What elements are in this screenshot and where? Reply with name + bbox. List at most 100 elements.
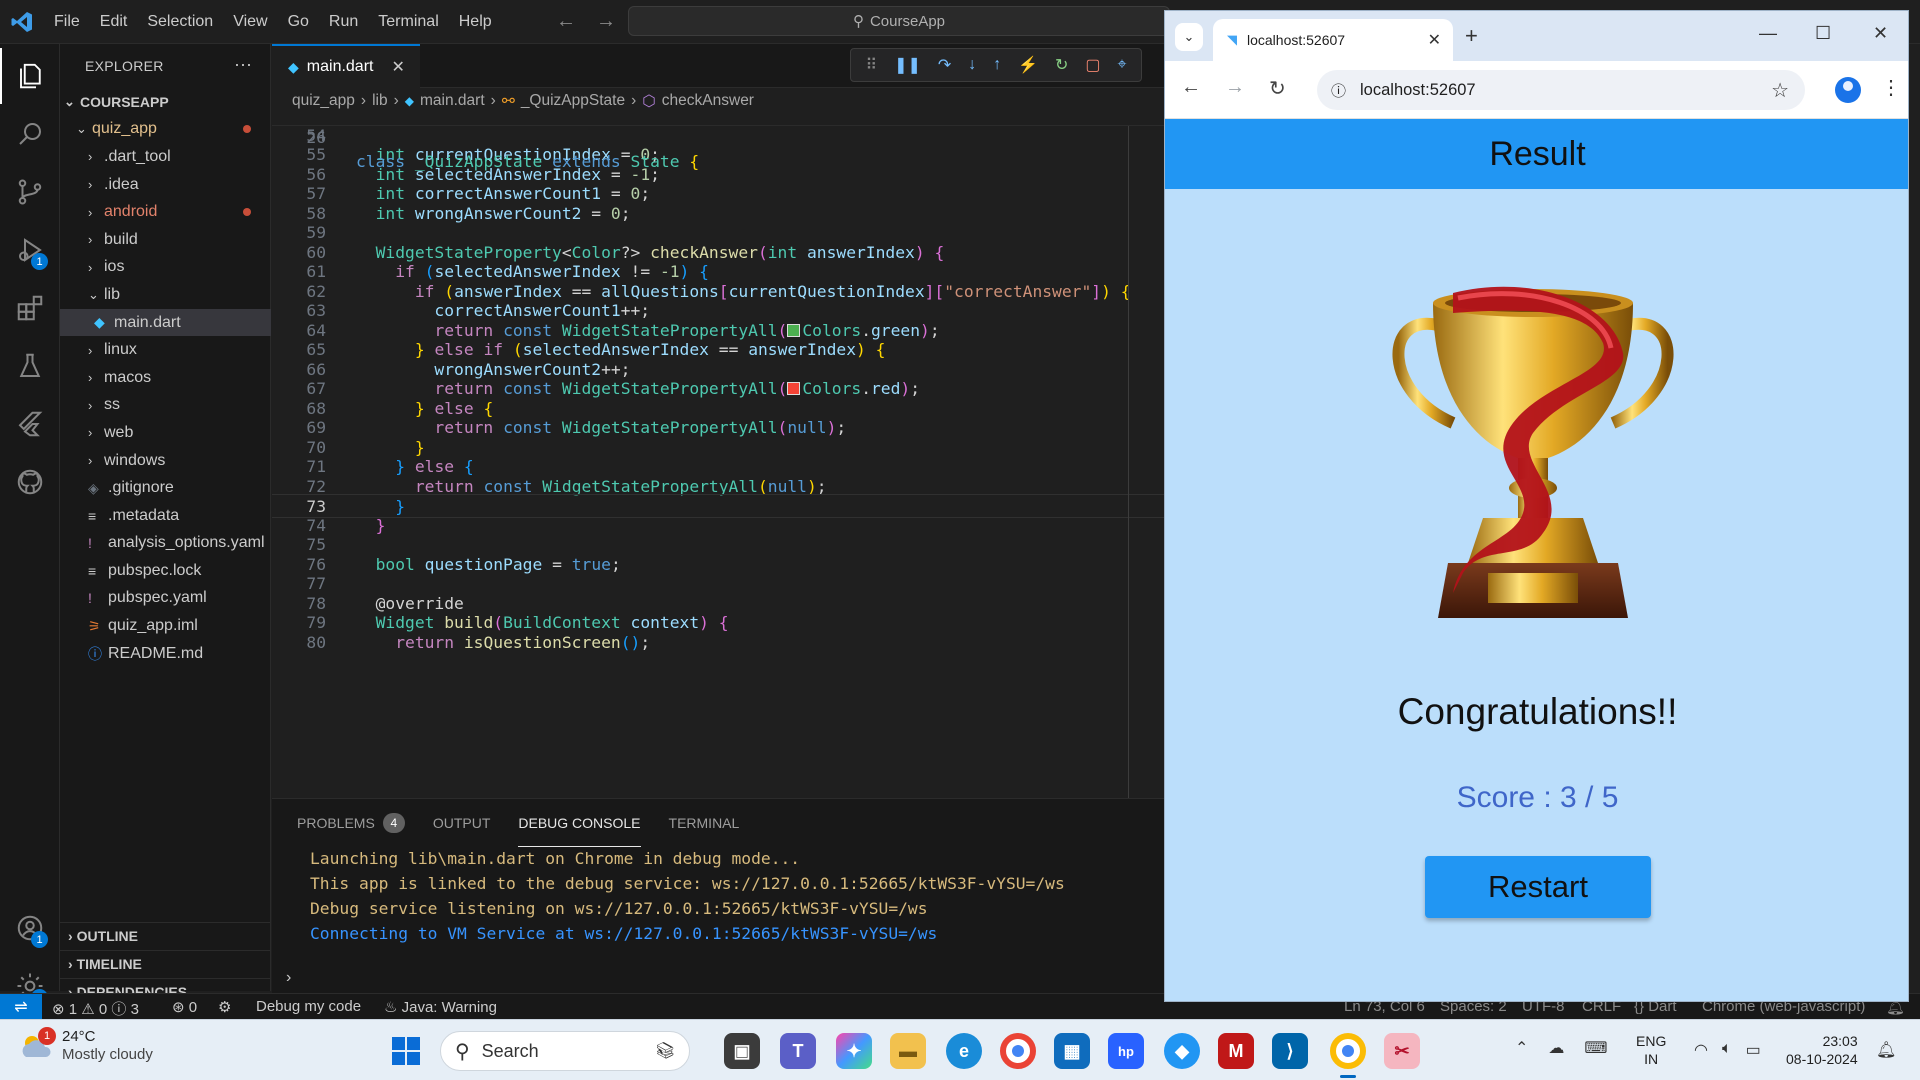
tree-file[interactable]: ⓘ README.md [60, 640, 271, 668]
profile-avatar-icon[interactable] [1835, 77, 1861, 103]
java-status[interactable]: ♨ Java: Warning [384, 998, 497, 1016]
new-tab-plus-icon[interactable]: + [1465, 23, 1478, 49]
forward-arrow-icon[interactable]: → [1225, 76, 1245, 99]
red-color-swatch-icon[interactable] [787, 382, 801, 395]
tree-file[interactable]: ! pubspec.yaml [60, 585, 271, 613]
teams-icon[interactable]: T [780, 1033, 816, 1069]
windows-start-icon[interactable] [390, 1035, 422, 1067]
inspect-widget-icon[interactable]: ⌖ [1117, 56, 1126, 74]
breadcrumb-method[interactable]: checkAnswer [662, 92, 754, 110]
debug-my-code-icon[interactable]: ⚙ [218, 998, 231, 1016]
forward-arrow-icon[interactable]: → [596, 10, 616, 33]
tree-file[interactable]: ≡ .metadata [60, 502, 271, 530]
tree-file[interactable]: ⚞ quiz_app.iml [60, 612, 271, 640]
restart-icon[interactable]: ↻ [1055, 55, 1068, 75]
breadcrumb-main-dart[interactable]: main.dart [420, 92, 485, 110]
tree-file[interactable]: ◈ .gitignore [60, 474, 271, 502]
tree-file[interactable]: ! analysis_options.yaml [60, 530, 271, 558]
outline-section[interactable]: › OUTLINE [60, 922, 271, 949]
myhp-icon[interactable]: hp [1108, 1033, 1144, 1069]
accounts-icon[interactable]: 1 [0, 900, 60, 956]
green-color-swatch-icon[interactable] [787, 323, 801, 337]
tree-file[interactable]: ≡ pubspec.lock [60, 557, 271, 585]
debug-my-code-status[interactable]: Debug my code [256, 998, 361, 1015]
keyboard-icon[interactable]: ⌨ [1584, 1038, 1607, 1058]
tab-main-dart[interactable]: ◆ main.dart ✕ [272, 44, 420, 88]
flutter-icon[interactable] [0, 396, 60, 452]
menu-file[interactable]: File [44, 13, 90, 31]
vscode-taskbar-icon[interactable]: ⟩ [1272, 1033, 1308, 1069]
code-line[interactable]: 80 return isQuestionScreen(); [272, 631, 1164, 655]
menu-terminal[interactable]: Terminal [368, 13, 448, 31]
site-info-icon[interactable]: ⓘ [1331, 80, 1346, 101]
tree-folder[interactable]: › .dart_tool [60, 143, 271, 171]
tree-folder[interactable]: › ios [60, 254, 271, 282]
menu-selection[interactable]: Selection [137, 13, 223, 31]
sticky-scroll-line[interactable]: 26 class _QuizAppState extends State { [272, 114, 1164, 171]
flutter-app-icon[interactable]: ◆ [1164, 1033, 1200, 1069]
drag-handle-icon[interactable]: ⠿ [865, 55, 877, 75]
timeline-section[interactable]: › TIMELINE [60, 950, 271, 977]
menu-run[interactable]: Run [319, 13, 368, 31]
tree-folder[interactable]: › .idea [60, 171, 271, 199]
problems-status[interactable]: ⊗ 1 ⚠ 0 ⓘ 3 [52, 998, 139, 1019]
tree-folder[interactable]: › linux [60, 336, 271, 364]
window-close-icon[interactable]: ✕ [1873, 23, 1888, 44]
tree-folder[interactable]: ⌄ quiz_app [60, 116, 271, 144]
run-debug-icon[interactable]: 1 [0, 222, 60, 278]
tree-folder[interactable]: › macos [60, 364, 271, 392]
step-over-icon[interactable]: ↷ [938, 55, 951, 75]
menu-help[interactable]: Help [449, 13, 502, 31]
tab-terminal[interactable]: TERMINAL [669, 799, 740, 847]
console-input-chevron-icon[interactable]: › [286, 969, 291, 987]
back-arrow-icon[interactable]: ← [556, 10, 576, 33]
step-into-icon[interactable]: ↓ [968, 56, 976, 74]
file-explorer-icon[interactable]: ▬ [890, 1033, 926, 1069]
quick-settings[interactable]: ◠ 🔈︎ ▭ [1694, 1040, 1761, 1060]
language-indicator[interactable]: ENG IN [1636, 1032, 1666, 1068]
back-arrow-icon[interactable]: ← [1181, 76, 1201, 99]
restart-button[interactable]: Restart [1425, 856, 1651, 918]
maximize-icon[interactable]: ☐ [1815, 23, 1831, 44]
source-control-icon[interactable] [0, 164, 60, 220]
onedrive-cloud-icon[interactable]: ☁ [1548, 1038, 1564, 1058]
taskbar-search[interactable]: ⚲ Search 📚︎ [440, 1031, 690, 1071]
tree-folder[interactable]: › windows [60, 447, 271, 475]
tab-output[interactable]: OUTPUT [433, 799, 491, 847]
minimize-icon[interactable]: — [1759, 23, 1777, 44]
chrome-icon[interactable] [1000, 1033, 1036, 1069]
tab-problems[interactable]: PROBLEMS 4 [297, 799, 405, 847]
microsoft-store-icon[interactable]: ▦ [1054, 1033, 1090, 1069]
tab-search-chevron-down-icon[interactable]: ⌄ [1175, 23, 1203, 51]
tab-debug-console[interactable]: DEBUG CONSOLE [518, 799, 641, 847]
github-icon[interactable] [0, 454, 60, 510]
reload-icon[interactable]: ↻ [1269, 76, 1286, 101]
tree-file[interactable]: ◆ main.dart [60, 308, 271, 337]
close-icon[interactable]: ✕ [1428, 30, 1441, 50]
weather-widget[interactable]: 1 24°C Mostly cloudy [18, 1027, 153, 1064]
remote-indicator-icon[interactable]: ⇌ [0, 994, 42, 1020]
workspace-root[interactable]: ⌄ COURSEAPP [60, 88, 271, 116]
more-actions-icon[interactable]: ··· [234, 54, 252, 75]
chevron-up-icon[interactable]: ⌃ [1515, 1038, 1528, 1058]
extensions-icon[interactable] [0, 280, 60, 336]
address-bar[interactable]: ⓘ localhost:52607 ☆ [1317, 70, 1805, 110]
tree-folder[interactable]: › build [60, 226, 271, 254]
explorer-icon[interactable] [0, 48, 60, 104]
tree-folder[interactable]: › web [60, 419, 271, 447]
menu-go[interactable]: Go [278, 13, 319, 31]
pause-icon[interactable]: ❚❚ [894, 55, 921, 75]
command-center[interactable]: ⚲ CourseApp [628, 6, 1170, 36]
search-icon[interactable] [0, 106, 60, 162]
breadcrumb-lib[interactable]: lib [372, 92, 388, 110]
ports-status[interactable]: ⊛ 0 [172, 998, 197, 1016]
chrome-taskbar-icon[interactable] [1330, 1033, 1366, 1069]
notification-bell-icon[interactable]: 🔔︎ [1876, 1040, 1896, 1060]
stop-icon[interactable]: ▢ [1085, 55, 1100, 75]
mcafee-icon[interactable]: M [1218, 1033, 1254, 1069]
breadcrumb-quiz-app[interactable]: quiz_app [292, 92, 355, 110]
copilot-icon[interactable]: ✦ [836, 1033, 872, 1069]
breadcrumb-class[interactable]: _QuizAppState [521, 92, 625, 110]
clock[interactable]: 23:03 08-10-2024 [1786, 1032, 1858, 1068]
step-out-icon[interactable]: ↑ [993, 56, 1001, 74]
